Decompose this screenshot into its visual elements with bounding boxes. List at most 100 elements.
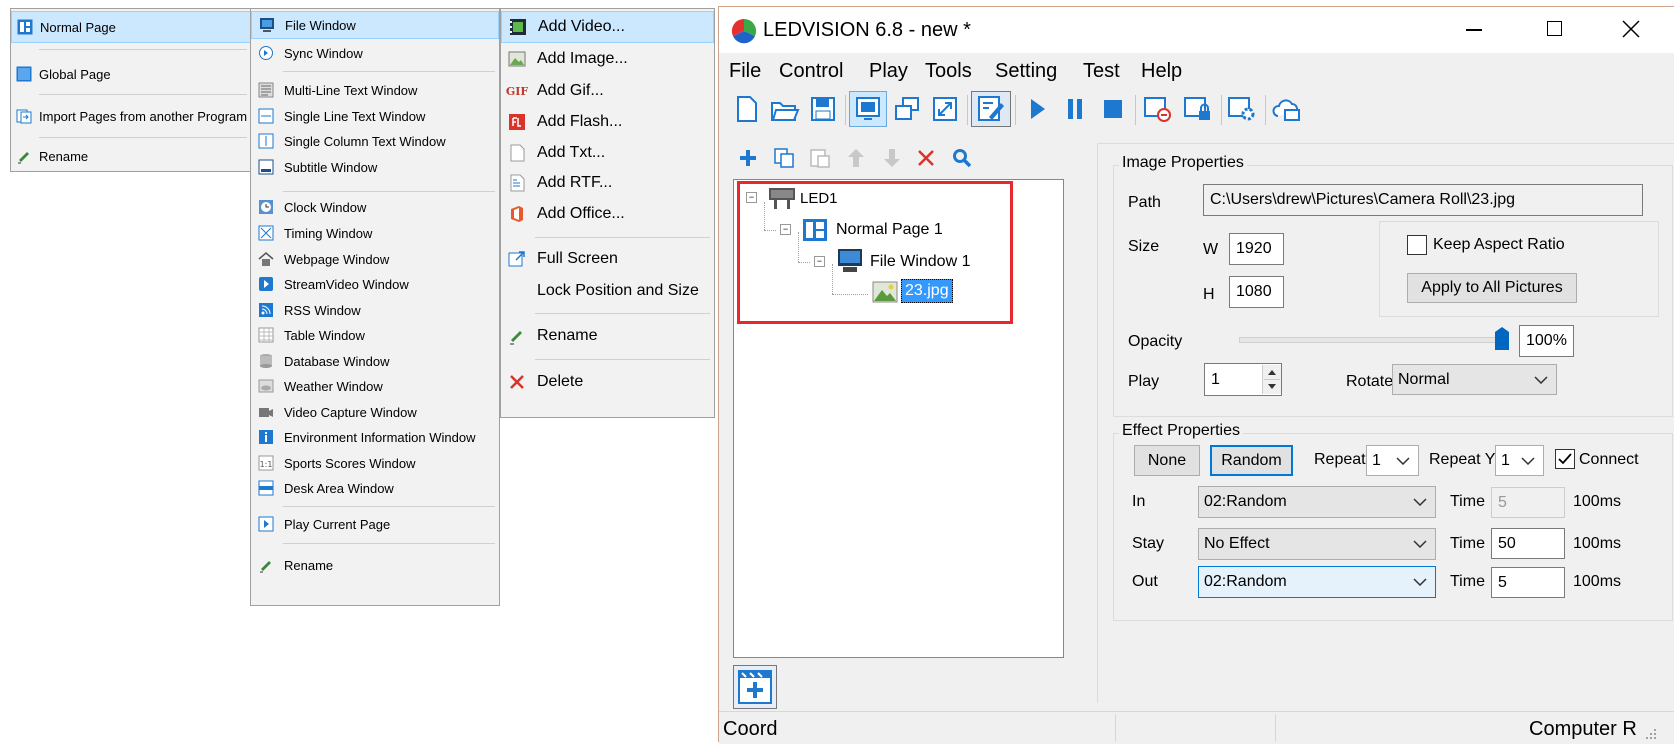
tree-node-file-window-1[interactable]: File Window 1 <box>870 253 970 271</box>
in-time-field[interactable]: 5 <box>1491 487 1565 518</box>
menu-item-table-window[interactable]: Table Window <box>251 321 499 349</box>
menu-item-weather-window[interactable]: Weather Window <box>251 372 499 400</box>
status-computer: Computer R <box>1529 718 1637 740</box>
height-field[interactable]: 1080 <box>1229 276 1284 308</box>
width-field[interactable]: 1920 <box>1229 233 1284 265</box>
collapse-toggle[interactable]: − <box>780 224 791 235</box>
menu-item-add-video[interactable]: Add Video... <box>501 11 714 43</box>
random-effect-button[interactable]: Random <box>1210 445 1293 476</box>
move-down-icon[interactable] <box>879 145 905 171</box>
opacity-slider-thumb[interactable] <box>1494 327 1510 351</box>
multi-line-text-icon <box>257 81 275 99</box>
repeat-y-select[interactable]: 1 <box>1495 445 1544 476</box>
search-icon[interactable] <box>949 145 975 171</box>
opacity-slider[interactable] <box>1239 337 1509 343</box>
menu-item-full-screen[interactable]: Full Screen <box>501 243 714 275</box>
menu-test[interactable]: Test <box>1083 60 1120 83</box>
play-count-spinner[interactable] <box>1262 365 1281 394</box>
rotate-select[interactable]: Normal <box>1392 364 1557 395</box>
menu-item-rss-window[interactable]: RSS Window <box>251 296 499 324</box>
menu-item-multi-line-text-window[interactable]: Multi-Line Text Window <box>251 76 499 104</box>
menu-item-timing-window[interactable]: Timing Window <box>251 219 499 247</box>
repeat-y-label: Repeat Y <box>1429 451 1496 468</box>
save-icon[interactable] <box>807 93 839 125</box>
out-time-field[interactable]: 5 <box>1491 567 1565 598</box>
edit-mode-icon[interactable] <box>971 91 1011 127</box>
menu-item-file-window[interactable]: File Window <box>251 11 499 39</box>
menu-help[interactable]: Help <box>1141 60 1182 83</box>
menu-item-sync-window[interactable]: Sync Window <box>251 39 499 67</box>
office-icon <box>507 204 527 224</box>
menu-item-global-page[interactable]: Global Page <box>11 57 251 91</box>
repeat-select[interactable]: 1 <box>1366 445 1419 476</box>
menu-item-rename-item[interactable]: Rename <box>501 320 714 352</box>
menu-item-add-flash[interactable]: Add Flash... <box>501 106 714 138</box>
menu-item-webpage-window[interactable]: Webpage Window <box>251 245 499 273</box>
menu-item-add-image[interactable]: Add Image... <box>501 43 714 75</box>
fit-screen-icon[interactable] <box>929 93 961 125</box>
collapse-toggle[interactable]: − <box>746 192 757 203</box>
stop-icon[interactable] <box>1097 93 1129 125</box>
collapse-toggle[interactable]: − <box>814 256 825 267</box>
menu-item-normal-page[interactable]: Normal Page <box>11 11 251 43</box>
tree-node-normal-page-1[interactable]: Normal Page 1 <box>836 221 943 239</box>
menu-item-sports-scores-window[interactable]: 1:1 Sports Scores Window <box>251 449 499 477</box>
menu-item-clock-window[interactable]: Clock Window <box>251 193 499 221</box>
menu-item-delete[interactable]: Delete <box>501 366 714 398</box>
menu-item-play-current-page[interactable]: Play Current Page <box>251 509 499 539</box>
menu-file[interactable]: File <box>729 60 761 83</box>
window-copy-icon[interactable] <box>891 93 923 125</box>
paste-icon[interactable] <box>807 145 833 171</box>
screen-layout-icon[interactable] <box>849 91 887 127</box>
connect-checkbox[interactable] <box>1555 449 1575 469</box>
delete-x-icon[interactable] <box>913 145 939 171</box>
close-screen-icon[interactable] <box>1141 93 1175 125</box>
menu-item-import-pages[interactable]: Import Pages from another Program <box>11 99 251 133</box>
tree-node-led1[interactable]: LED1 <box>800 190 838 207</box>
menu-item-streamvideo-window[interactable]: StreamVideo Window <box>251 270 499 298</box>
apply-to-all-button[interactable]: Apply to All Pictures <box>1407 273 1577 303</box>
play-label: Play <box>1128 373 1160 390</box>
menu-tools[interactable]: Tools <box>925 60 972 83</box>
stay-effect-select[interactable]: No Effect <box>1198 528 1436 560</box>
menu-item-database-window[interactable]: Database Window <box>251 347 499 375</box>
menu-item-rename-window[interactable]: Rename <box>251 550 499 580</box>
menu-item-environment-info-window[interactable]: Environment Information Window <box>251 423 499 451</box>
menu-item-desk-area-window[interactable]: Desk Area Window <box>251 474 499 502</box>
resize-grip-icon[interactable] <box>1643 726 1657 740</box>
move-up-icon[interactable] <box>843 145 869 171</box>
tree-node-23-jpg[interactable]: 23.jpg <box>901 279 953 303</box>
cloud-upload-icon[interactable] <box>1269 93 1305 125</box>
menu-item-video-capture-window[interactable]: Video Capture Window <box>251 398 499 426</box>
menu-control[interactable]: Control <box>779 60 843 83</box>
rename-pen-icon <box>15 147 33 165</box>
image-properties-title: Image Properties <box>1119 154 1247 172</box>
in-effect-select[interactable]: 02:Random <box>1198 486 1436 518</box>
add-plus-icon[interactable] <box>735 145 761 171</box>
keep-aspect-checkbox[interactable] <box>1407 235 1427 255</box>
new-file-icon[interactable] <box>731 93 763 125</box>
menu-item-add-txt[interactable]: Add Txt... <box>501 137 714 169</box>
menu-play[interactable]: Play <box>869 60 908 83</box>
stay-time-field[interactable]: 50 <box>1491 528 1565 559</box>
out-effect-select[interactable]: 02:Random <box>1198 566 1436 598</box>
pause-icon[interactable] <box>1059 93 1091 125</box>
lock-screen-icon[interactable] <box>1181 93 1215 125</box>
add-program-button[interactable] <box>733 665 777 709</box>
none-effect-button[interactable]: None <box>1134 445 1200 476</box>
open-folder-icon[interactable] <box>769 93 801 125</box>
screen-settings-icon[interactable] <box>1225 93 1259 125</box>
menu-setting[interactable]: Setting <box>995 60 1057 83</box>
copy-icon[interactable] <box>771 145 797 171</box>
play-icon[interactable] <box>1021 93 1053 125</box>
opacity-value-field[interactable]: 100% <box>1519 325 1574 357</box>
menu-item-single-column-text-window[interactable]: Single Column Text Window <box>251 127 499 155</box>
menu-item-add-office[interactable]: Add Office... <box>501 198 714 230</box>
menu-item-single-line-text-window[interactable]: Single Line Text Window <box>251 102 499 130</box>
menu-item-subtitle-window[interactable]: Subtitle Window <box>251 153 499 181</box>
menu-item-add-rtf[interactable]: Add RTF... <box>501 167 714 199</box>
menu-item-lock-position[interactable]: Lock Position and Size <box>501 275 714 307</box>
menu-item-add-gif[interactable]: GIF Add Gif... <box>501 75 714 107</box>
path-field[interactable]: C:\Users\drew\Pictures\Camera Roll\23.jp… <box>1203 184 1643 216</box>
menu-item-rename-page[interactable]: Rename <box>11 141 251 171</box>
